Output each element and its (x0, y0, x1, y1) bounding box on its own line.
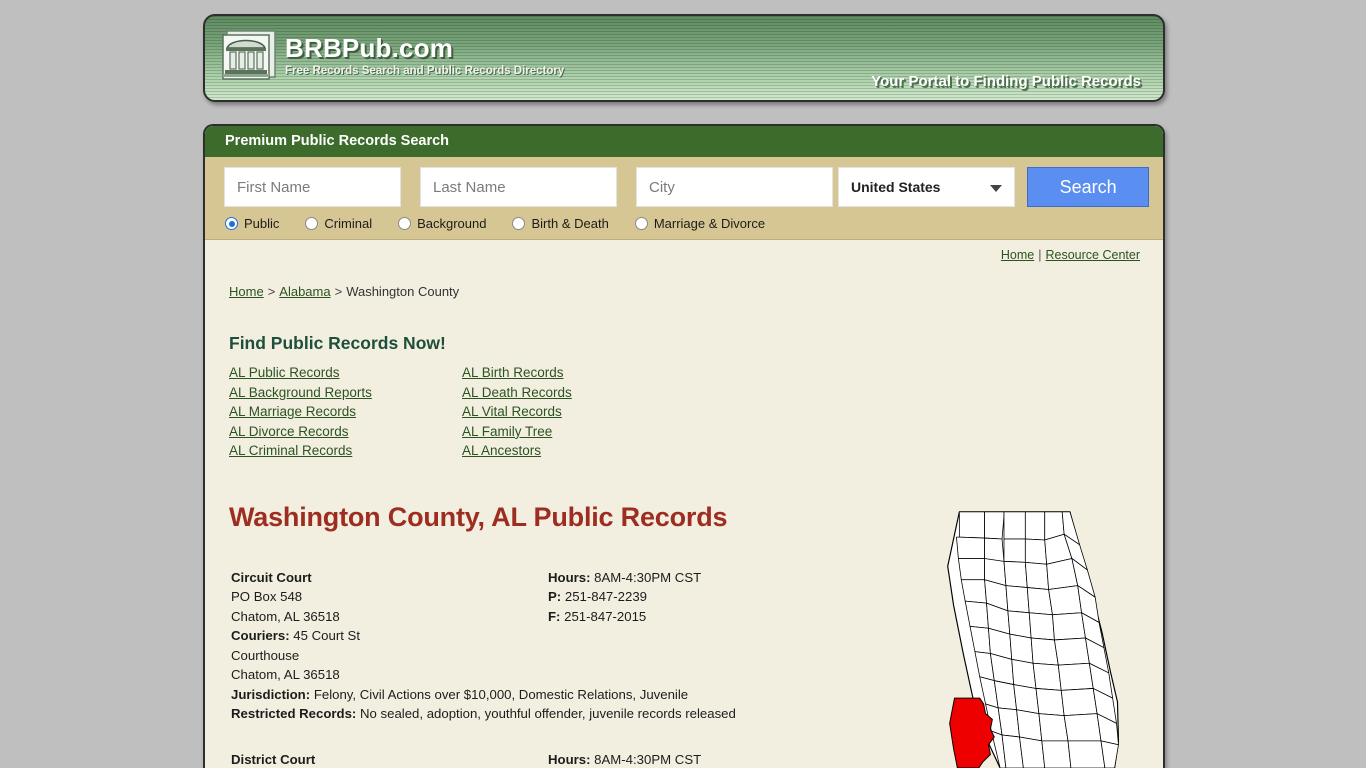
find-records-column-1: AL Public Records AL Background Reports … (229, 363, 462, 461)
find-records-column-2: AL Birth Records AL Death Records AL Vit… (462, 363, 572, 461)
link-al-marriage-records[interactable]: AL Marriage Records (229, 402, 462, 422)
court-next-hours-value: 8AM-4:30PM CST (594, 751, 702, 767)
court-jurisdiction-value: Felony, Civil Actions over $10,000, Dome… (313, 686, 689, 702)
court-next-hours-row: Hours: 8AM-4:30PM CST (548, 750, 878, 768)
search-panel: United States Search Public Criminal Bac… (205, 157, 1163, 240)
util-nav-resource-center[interactable]: Resource Center (1046, 248, 1141, 262)
banner-tagline: Your Portal to Finding Public Records (871, 73, 1141, 90)
first-name-input[interactable] (224, 167, 401, 207)
radio-label-criminal: Criminal (324, 216, 373, 231)
site-banner: BRBPub.com Free Records Search and Publi… (203, 14, 1165, 102)
link-al-death-records[interactable]: AL Death Records (462, 383, 572, 403)
brand-title: BRBPub.com (285, 33, 454, 63)
breadcrumb-sep-2: > (334, 284, 343, 299)
court-jurisdiction-label: Jurisdiction: (231, 686, 311, 702)
court-next-column-right: Hours: 8AM-4:30PM CST (548, 750, 878, 768)
link-al-public-records[interactable]: AL Public Records (229, 363, 462, 383)
breadcrumb-home[interactable]: Home (229, 284, 264, 299)
court-next-column-left: District Court (231, 750, 548, 768)
radio-option-marriage-divorce[interactable]: Marriage & Divorce (634, 216, 766, 231)
chevron-down-icon (990, 185, 1003, 192)
court-column-right: Hours: 8AM-4:30PM CST P: 251-847-2239 F:… (548, 568, 878, 627)
link-al-criminal-records[interactable]: AL Criminal Records (229, 441, 462, 461)
link-al-ancestors[interactable]: AL Ancestors (462, 441, 572, 461)
radio-dot-birth-death[interactable] (512, 217, 526, 230)
search-fields-row: United States Search (205, 167, 1163, 207)
court-fax-value: 251-847-2015 (564, 608, 647, 624)
util-nav-home[interactable]: Home (1001, 248, 1034, 262)
radio-option-background[interactable]: Background (398, 216, 486, 231)
radio-option-criminal[interactable]: Criminal (305, 216, 372, 231)
radio-dot-criminal[interactable] (305, 217, 319, 230)
radio-label-public: Public (244, 216, 280, 231)
court-fax-row: F: 251-847-2015 (548, 607, 878, 627)
find-records-title: Find Public Records Now! (229, 333, 446, 353)
court-fax-label: F: (548, 608, 561, 624)
breadcrumb-alabama[interactable]: Alabama (279, 284, 330, 299)
breadcrumb-current: Washington County (346, 284, 460, 299)
find-records-block: Find Public Records Now! AL Public Recor… (205, 299, 1163, 461)
util-nav-separator: | (1038, 248, 1042, 262)
link-al-vital-records[interactable]: AL Vital Records (462, 402, 572, 422)
court-address-line-2: Chatom, AL 36518 (231, 608, 340, 624)
radio-option-public[interactable]: Public (225, 216, 279, 231)
court-hours-value: 8AM-4:30PM CST (594, 569, 702, 585)
breadcrumb: Home > Alabama > Washington County (205, 262, 1163, 299)
court-hours-label: Hours: (548, 569, 591, 585)
courthouse-icon (222, 30, 276, 80)
court-phone-value: 251-847-2239 (564, 589, 647, 605)
record-type-radio-group: Public Criminal Background Birth & Death… (205, 207, 1163, 231)
radio-label-background: Background (417, 216, 487, 231)
find-records-columns: AL Public Records AL Background Reports … (229, 363, 1163, 461)
radio-label-marriage-divorce: Marriage & Divorce (653, 216, 766, 231)
court-phone-row: P: 251-847-2239 (548, 587, 878, 607)
court-address-line-1: PO Box 548 (231, 589, 303, 605)
brand-text: BRBPub.com Free Records Search and Publi… (285, 33, 564, 78)
radio-dot-marriage-divorce[interactable] (634, 217, 648, 230)
alabama-county-map (947, 511, 1120, 768)
radio-label-birth-death: Birth & Death (531, 216, 609, 231)
radio-option-birth-death[interactable]: Birth & Death (512, 216, 609, 231)
court-next-hours-label: Hours: (548, 751, 591, 767)
link-al-background-reports[interactable]: AL Background Reports (229, 383, 462, 403)
last-name-input[interactable] (420, 167, 617, 207)
link-al-family-tree[interactable]: AL Family Tree (462, 422, 572, 442)
brand-subtitle: Free Records Search and Public Records D… (285, 65, 565, 77)
court-phone-label: P: (548, 589, 562, 605)
utility-nav: Home | Resource Center (205, 240, 1163, 262)
court-restricted-value: No sealed, adoption, youthful offender, … (360, 706, 736, 722)
premium-search-header: Premium Public Records Search (205, 126, 1163, 157)
court-hours-row: Hours: 8AM-4:30PM CST (548, 568, 878, 588)
city-input[interactable] (636, 167, 833, 207)
country-select-value: United States (851, 179, 941, 195)
court-couriers-label: Couriers: (231, 628, 290, 644)
court-restricted-label: Restricted Records: (231, 706, 357, 722)
court-column-left: Circuit Court PO Box 548 Chatom, AL 3651… (231, 568, 548, 627)
radio-dot-background[interactable] (398, 217, 412, 230)
link-al-birth-records[interactable]: AL Birth Records (462, 363, 572, 383)
radio-dot-public[interactable] (225, 217, 238, 230)
court-couriers-value: 45 Court St (293, 628, 361, 644)
country-select[interactable]: United States (838, 167, 1016, 207)
breadcrumb-sep-1: > (267, 284, 276, 299)
court-next-name: District Court (231, 751, 316, 767)
search-button[interactable]: Search (1027, 167, 1149, 207)
court-name: Circuit Court (231, 569, 312, 585)
link-al-divorce-records[interactable]: AL Divorce Records (229, 422, 462, 442)
